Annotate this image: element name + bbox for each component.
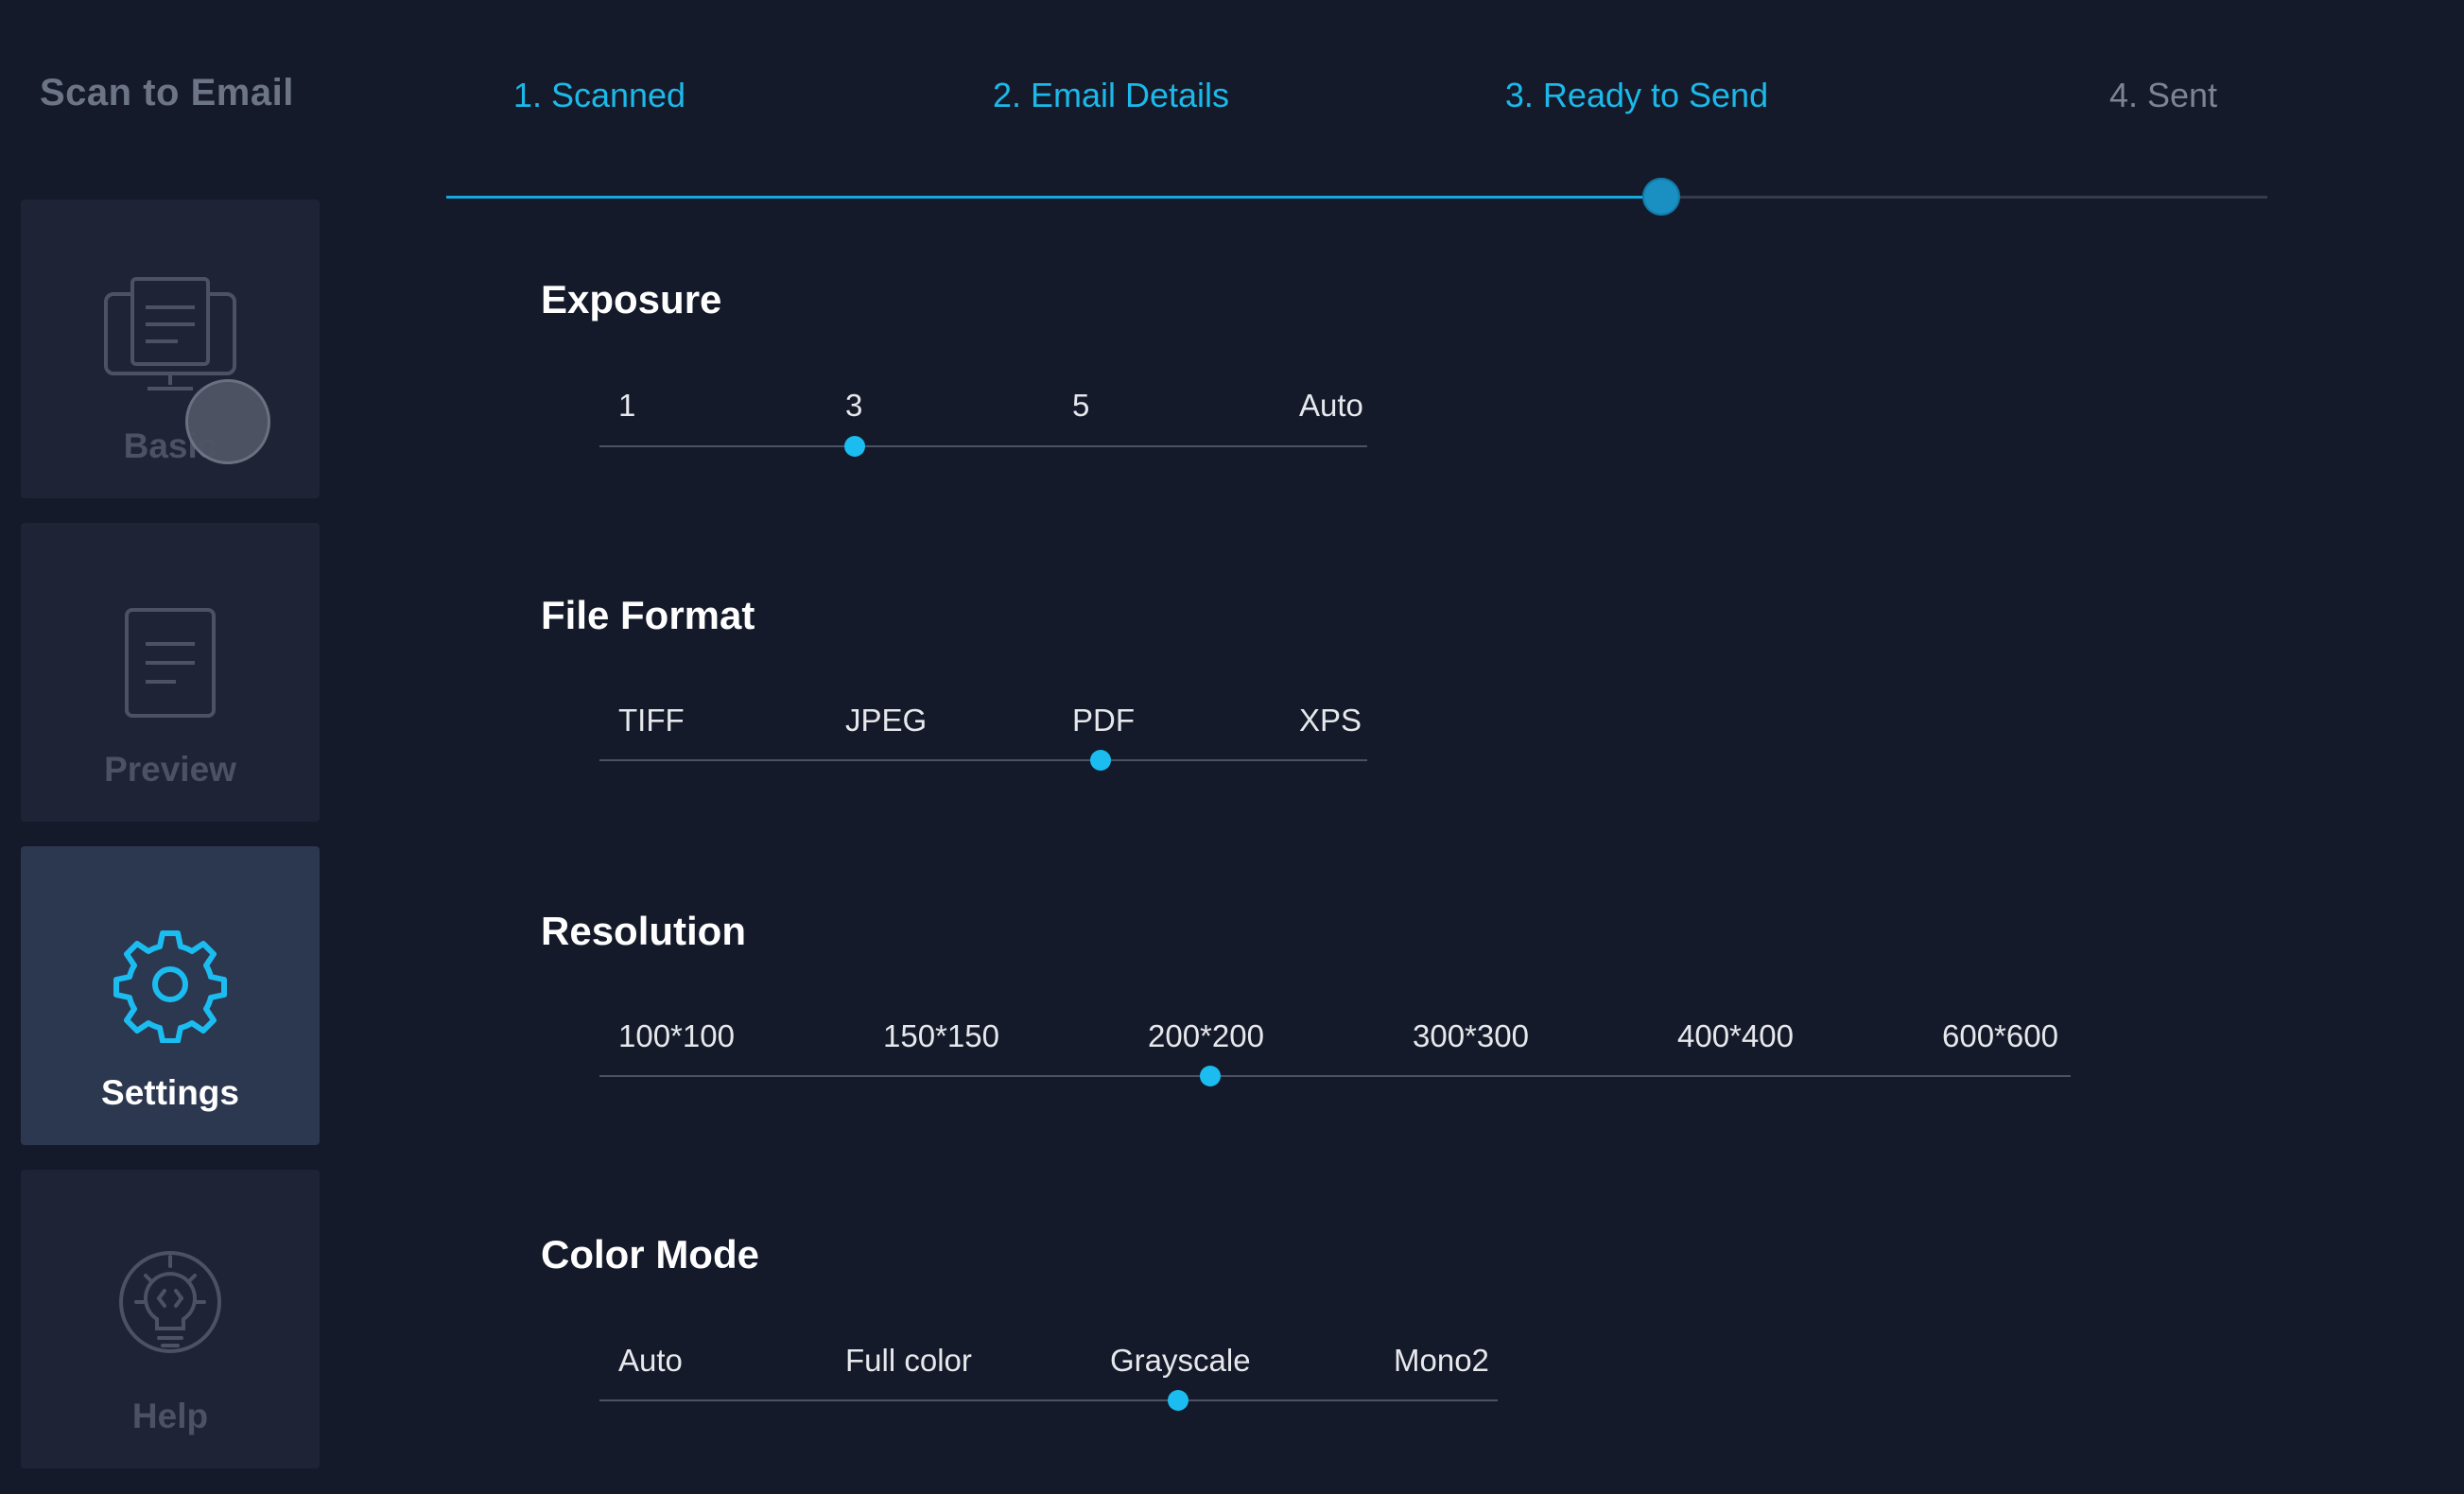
exposure-option-5[interactable]: 5 [1072, 388, 1089, 424]
touch-cursor-indicator [185, 379, 270, 464]
step-scanned: 1. Scanned [512, 76, 686, 114]
gear-icon [112, 926, 229, 1048]
color-mode-option-full-color[interactable]: Full color [845, 1343, 972, 1379]
sidebar-item-label: Settings [101, 1073, 239, 1112]
file-format-slider-handle[interactable] [1090, 750, 1111, 771]
color-mode-title: Color Mode [541, 1232, 759, 1277]
exposure-slider-track[interactable] [599, 445, 1367, 447]
color-mode-option-mono2[interactable]: Mono2 [1394, 1343, 1489, 1379]
progress-knob[interactable] [1641, 178, 1680, 216]
file-format-option-pdf[interactable]: PDF [1072, 703, 1135, 738]
exposure-title: Exposure [541, 277, 722, 321]
color-mode-slider-track[interactable] [599, 1399, 1498, 1401]
sidebar-item-label: Preview [104, 750, 236, 789]
file-format-option-tiff[interactable]: TIFF [618, 703, 685, 738]
resolution-option-600[interactable]: 600*600 [1942, 1018, 2058, 1054]
progress-fill [446, 196, 1661, 199]
file-format-title: File Format [541, 593, 755, 637]
color-mode-option-auto[interactable]: Auto [618, 1343, 683, 1379]
exposure-option-auto[interactable]: Auto [1299, 388, 1363, 424]
resolution-option-100[interactable]: 100*100 [618, 1018, 735, 1054]
document-icon [123, 606, 217, 724]
sidebar-item-basic[interactable]: Basic [21, 200, 320, 498]
exposure-option-3[interactable]: 3 [845, 388, 862, 424]
exposure-option-1[interactable]: 1 [618, 388, 635, 424]
step-sent: 4. Sent [2108, 76, 2218, 114]
sidebar-item-settings[interactable]: Settings [21, 846, 320, 1145]
file-format-option-jpeg[interactable]: JPEG [845, 703, 927, 738]
sidebar-item-preview[interactable]: Preview [21, 523, 320, 822]
sidebar-item-label: Basic [123, 426, 217, 465]
step-ready-to-send: 3. Ready to Send [1504, 76, 1769, 114]
resolution-option-300[interactable]: 300*300 [1413, 1018, 1529, 1054]
sidebar-item-help[interactable]: Help [21, 1170, 320, 1468]
resolution-option-200[interactable]: 200*200 [1148, 1018, 1264, 1054]
resolution-option-150[interactable]: 150*150 [883, 1018, 999, 1054]
step-email-details: 2. Email Details [992, 76, 1230, 114]
file-format-slider-track[interactable] [599, 759, 1367, 761]
exposure-slider-handle[interactable] [844, 436, 865, 457]
app-title: Scan to Email [40, 72, 294, 113]
resolution-title: Resolution [541, 909, 746, 953]
progress-track [446, 178, 2267, 216]
sidebar-item-label: Help [131, 1397, 209, 1435]
resolution-slider-track[interactable] [599, 1075, 2071, 1077]
resolution-slider-handle[interactable] [1200, 1066, 1221, 1086]
resolution-option-400[interactable]: 400*400 [1677, 1018, 1794, 1054]
lightbulb-icon [115, 1249, 225, 1367]
color-mode-option-grayscale[interactable]: Grayscale [1110, 1343, 1251, 1379]
file-format-option-xps[interactable]: XPS [1299, 703, 1362, 738]
color-mode-slider-handle[interactable] [1168, 1390, 1189, 1411]
